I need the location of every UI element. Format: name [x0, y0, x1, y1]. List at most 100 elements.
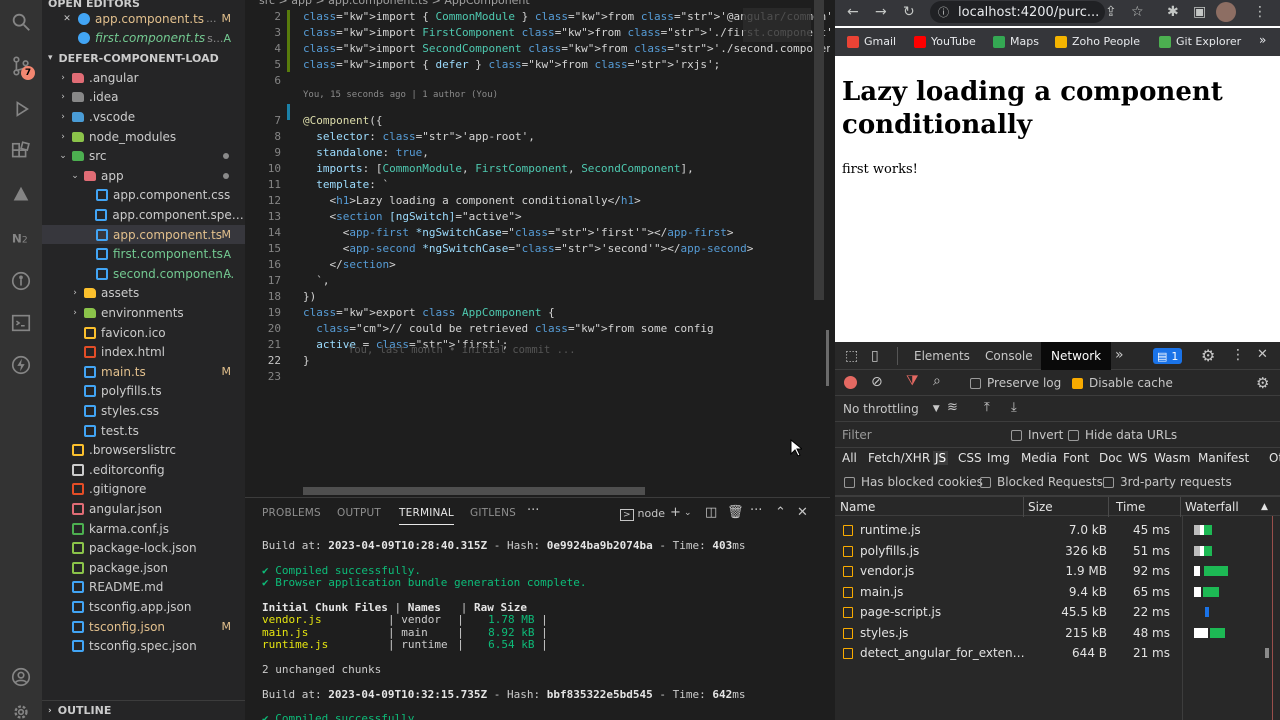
bookmark-item[interactable]: Maps — [993, 35, 1039, 48]
side-panel-icon[interactable]: ▣ — [1193, 4, 1206, 20]
bookmark-item[interactable]: Git Explorer — [1159, 35, 1241, 48]
resource-type-filter[interactable]: Img — [987, 451, 1010, 465]
resource-type-filter[interactable]: CSS — [958, 451, 982, 465]
code-line[interactable]: class="cm">// could be retrieved class="… — [303, 322, 713, 335]
tree-folder[interactable]: › node_modules — [42, 127, 245, 147]
tree-file[interactable]: tsconfig.json M — [42, 617, 245, 637]
inspect-element-icon[interactable]: ⬚ — [845, 348, 858, 364]
checkbox[interactable] — [980, 476, 991, 488]
split-terminal-icon[interactable]: ◫ — [705, 505, 717, 520]
column-name[interactable]: Name — [840, 500, 875, 514]
tab-output[interactable]: OUTPUT — [337, 507, 381, 519]
search-icon[interactable] — [9, 10, 33, 34]
more-actions-icon[interactable]: ··· — [750, 503, 762, 518]
code-line[interactable]: imports: [CommonModule, FirstComponent, … — [303, 162, 694, 175]
resource-type-filter[interactable]: All — [842, 451, 857, 465]
checkbox-checked[interactable] — [1072, 377, 1083, 389]
code-lens-blame[interactable]: You, 15 seconds ago | 1 author (You) — [303, 90, 498, 100]
resource-type-filter[interactable]: Doc — [1099, 451, 1122, 465]
tree-folder[interactable]: › .vscode — [42, 107, 245, 127]
resource-type-filter[interactable]: JS — [933, 451, 949, 465]
resource-type-filter[interactable]: WS — [1128, 451, 1147, 465]
code-line[interactable]: standalone: true, — [303, 146, 429, 159]
resource-type-filter[interactable]: Manifest — [1198, 451, 1249, 465]
tree-file[interactable]: first.component.ts A — [42, 244, 245, 264]
checkbox[interactable] — [1068, 429, 1079, 441]
tab-gitlens[interactable]: GITLENS — [470, 507, 516, 519]
resource-type-filter[interactable]: Media — [1021, 451, 1057, 465]
tree-file[interactable]: test.ts — [42, 421, 245, 441]
hide-data-urls-checkbox[interactable]: Hide data URLs — [1068, 428, 1177, 442]
network-conditions-icon[interactable]: ≋ — [947, 400, 958, 415]
checkbox[interactable] — [1011, 429, 1022, 441]
network-request-row[interactable]: detect_angular_for_extensi... 644 B 21 ms — [835, 643, 1280, 664]
browser-menu-icon[interactable]: ⋮ — [1253, 4, 1267, 20]
code-line[interactable]: <app-second *ngSwitchCase="class="str">'… — [303, 242, 754, 255]
forward-arrow-icon[interactable]: → — [875, 4, 887, 20]
window-split-handle[interactable] — [826, 330, 829, 386]
tab-terminal[interactable]: TERMINAL — [399, 507, 454, 525]
tree-file[interactable]: package-lock.json — [42, 538, 245, 558]
more-actions-icon[interactable]: ··· — [527, 503, 539, 518]
record-icon[interactable] — [844, 376, 857, 389]
network-request-row[interactable]: page-script.js 45.5 kB 22 ms — [835, 602, 1280, 623]
maximize-panel-icon[interactable]: ⌃ — [775, 505, 786, 520]
tree-file[interactable]: polyfills.ts — [42, 382, 245, 402]
network-request-row[interactable]: vendor.js 1.9 MB 92 ms — [835, 561, 1280, 582]
search-icon[interactable]: ⌕ — [933, 373, 941, 389]
tree-file[interactable]: karma.conf.js — [42, 519, 245, 539]
tree-file[interactable]: favicon.ico — [42, 323, 245, 343]
tree-file[interactable]: package.json — [42, 558, 245, 578]
tree-file[interactable]: .gitignore — [42, 480, 245, 500]
tree-file[interactable]: second.componen... A — [42, 264, 245, 284]
terminal-shell-selector[interactable]: > node — [620, 507, 665, 521]
filter-icon[interactable]: ⧩ — [906, 373, 919, 389]
source-control-icon[interactable]: 7 — [9, 54, 35, 80]
site-info-icon[interactable]: ⓘ — [938, 4, 949, 20]
code-line[interactable]: class="kw">import { defer } class="kw">f… — [303, 58, 720, 71]
terminal-icon[interactable] — [9, 311, 33, 335]
resource-type-filter[interactable]: Wasm — [1154, 451, 1190, 465]
address-bar[interactable]: ⓘ localhost:4200/purc... — [930, 1, 1105, 23]
close-devtools-icon[interactable]: ✕ — [1257, 347, 1268, 362]
tree-folder[interactable]: ⌄ app — [42, 166, 245, 186]
column-time[interactable]: Time — [1116, 500, 1145, 514]
network-request-row[interactable]: main.js 9.4 kB 65 ms — [835, 582, 1280, 603]
code-line[interactable]: selector: class="str">'app-root', — [303, 130, 535, 143]
network-request-row[interactable]: runtime.js 7.0 kB 45 ms — [835, 520, 1280, 541]
resource-type-filter[interactable]: Other — [1269, 451, 1280, 465]
back-arrow-icon[interactable]: ← — [847, 4, 859, 20]
angular-icon[interactable] — [9, 183, 33, 207]
bookmark-item[interactable]: Zoho People — [1055, 35, 1140, 48]
disable-cache-checkbox[interactable]: Disable cache — [1072, 376, 1173, 390]
tab-problems[interactable]: PROBLEMS — [262, 507, 321, 519]
bookmark-star-icon[interactable]: ☆ — [1131, 4, 1144, 20]
account-icon[interactable] — [9, 665, 33, 689]
tree-file[interactable]: app.component.spec.ts — [42, 205, 245, 225]
sort-up-icon[interactable]: ▲ — [1261, 502, 1268, 512]
device-toolbar-icon[interactable]: ▯ — [871, 348, 879, 364]
extensions-icon[interactable] — [9, 140, 33, 164]
filter-input[interactable]: Filter — [842, 428, 997, 442]
run-debug-icon[interactable] — [9, 97, 33, 121]
tree-file[interactable]: .editorconfig — [42, 460, 245, 480]
issues-badge[interactable]: ▤ 1 — [1153, 348, 1183, 364]
has-blocked-cookies-checkbox[interactable]: Has blocked cookies — [844, 475, 983, 489]
profile-avatar[interactable] — [1216, 2, 1236, 22]
import-har-icon[interactable]: ⤒ — [984, 400, 990, 415]
throttling-select[interactable]: No throttling ▼ — [843, 402, 940, 416]
chevron-down-icon[interactable]: ⌄ — [684, 508, 692, 518]
invert-checkbox[interactable]: Invert — [1011, 428, 1063, 442]
code-line[interactable]: class="kw">export class AppComponent { — [303, 306, 555, 319]
bookmark-item[interactable]: Gmail — [847, 35, 896, 48]
tree-file[interactable]: app.component.css — [42, 186, 245, 206]
tree-folder[interactable]: ⌄ src — [42, 146, 245, 166]
tree-file[interactable]: README.md — [42, 578, 245, 598]
code-line[interactable]: <h1>Lazy loading a component conditional… — [303, 194, 640, 207]
checkbox[interactable] — [1103, 476, 1114, 488]
tree-file[interactable]: tsconfig.spec.json — [42, 636, 245, 656]
settings-gear-icon[interactable] — [9, 700, 33, 720]
minimap[interactable] — [743, 8, 811, 42]
tree-file[interactable]: app.component.ts M — [42, 224, 245, 245]
tree-folder[interactable]: › assets — [42, 284, 245, 304]
